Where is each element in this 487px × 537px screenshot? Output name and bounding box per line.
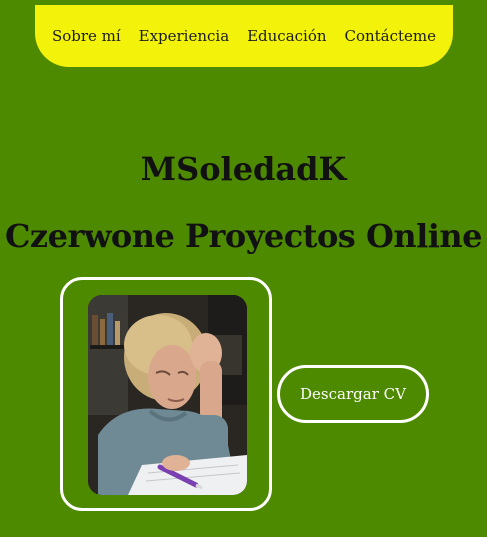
nav-item-contacteme[interactable]: Contácteme bbox=[344, 27, 436, 45]
site-subtitle: Czerwone Proyectos Online bbox=[4, 217, 483, 255]
nav-item-educacion[interactable]: Educación bbox=[247, 27, 326, 45]
site-title: MSoledadK bbox=[140, 150, 347, 188]
portrait-photo-image bbox=[88, 295, 247, 495]
nav-item-experiencia[interactable]: Experiencia bbox=[139, 27, 230, 45]
download-cv-button[interactable]: Descargar CV bbox=[277, 365, 429, 423]
profile-photo bbox=[88, 295, 247, 495]
nav-item-sobre-mi[interactable]: Sobre mí bbox=[52, 27, 121, 45]
top-navigation: Sobre mí Experiencia Educación Contáctem… bbox=[35, 5, 453, 67]
profile-photo-frame bbox=[60, 277, 272, 511]
